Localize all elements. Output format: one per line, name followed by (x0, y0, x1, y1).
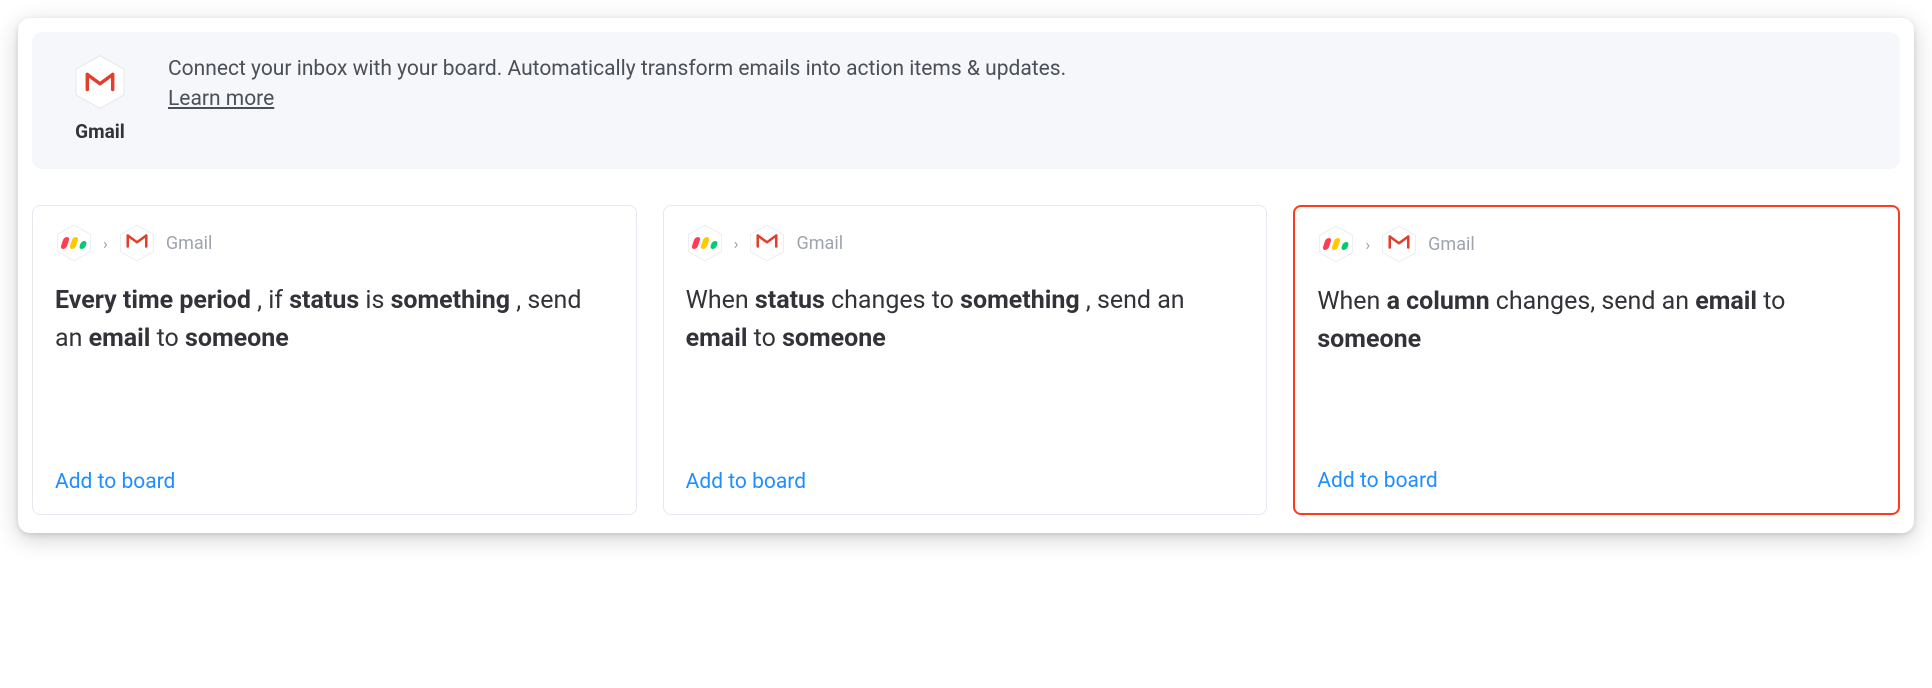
gmail-icon (1388, 234, 1410, 250)
integration-header: Gmail Connect your inbox with your board… (32, 32, 1900, 169)
recipe-text: When status changes to something , send … (686, 282, 1245, 357)
breadcrumb: › Gmail (1317, 225, 1876, 263)
recipe-text: When a column changes, send an email to … (1317, 283, 1876, 358)
hex-icon (1380, 225, 1418, 263)
gmail-icon (126, 233, 148, 249)
breadcrumb: › Gmail (55, 224, 614, 262)
gmail-icon (72, 54, 128, 110)
breadcrumb: › Gmail (686, 224, 1245, 262)
gmail-icon (756, 233, 778, 249)
integration-description: Connect your inbox with your board. Auto… (168, 54, 1068, 115)
monday-icon (62, 237, 86, 249)
hex-icon (1317, 225, 1355, 263)
recipe-card[interactable]: › Gmail Every time period , if status is … (32, 205, 637, 515)
learn-more-link[interactable]: Learn more (168, 87, 274, 111)
hex-icon (55, 224, 93, 262)
breadcrumb-service: Gmail (166, 233, 213, 254)
add-to-board-button[interactable]: Add to board (55, 470, 175, 494)
description-text: Connect your inbox with your board. Auto… (168, 57, 1066, 81)
recipe-cards: › Gmail Every time period , if status is … (32, 205, 1900, 515)
recipe-card[interactable]: › Gmail When a column changes, send an em… (1293, 205, 1900, 515)
chevron-right-icon: › (103, 234, 108, 253)
integration-panel: Gmail Connect your inbox with your board… (18, 18, 1914, 533)
hex-icon (118, 224, 156, 262)
chevron-right-icon: › (734, 234, 739, 253)
recipe-card[interactable]: › Gmail When status changes to something … (663, 205, 1268, 515)
app-block: Gmail (60, 54, 140, 143)
hex-icon (686, 224, 724, 262)
hex-icon (748, 224, 786, 262)
app-name: Gmail (75, 120, 125, 143)
monday-icon (693, 237, 717, 249)
breadcrumb-service: Gmail (796, 233, 843, 254)
recipe-text: Every time period , if status is somethi… (55, 282, 614, 357)
chevron-right-icon: › (1365, 235, 1370, 254)
breadcrumb-service: Gmail (1428, 234, 1475, 255)
monday-icon (1324, 238, 1348, 250)
add-to-board-button[interactable]: Add to board (686, 470, 806, 494)
add-to-board-button[interactable]: Add to board (1317, 469, 1437, 493)
